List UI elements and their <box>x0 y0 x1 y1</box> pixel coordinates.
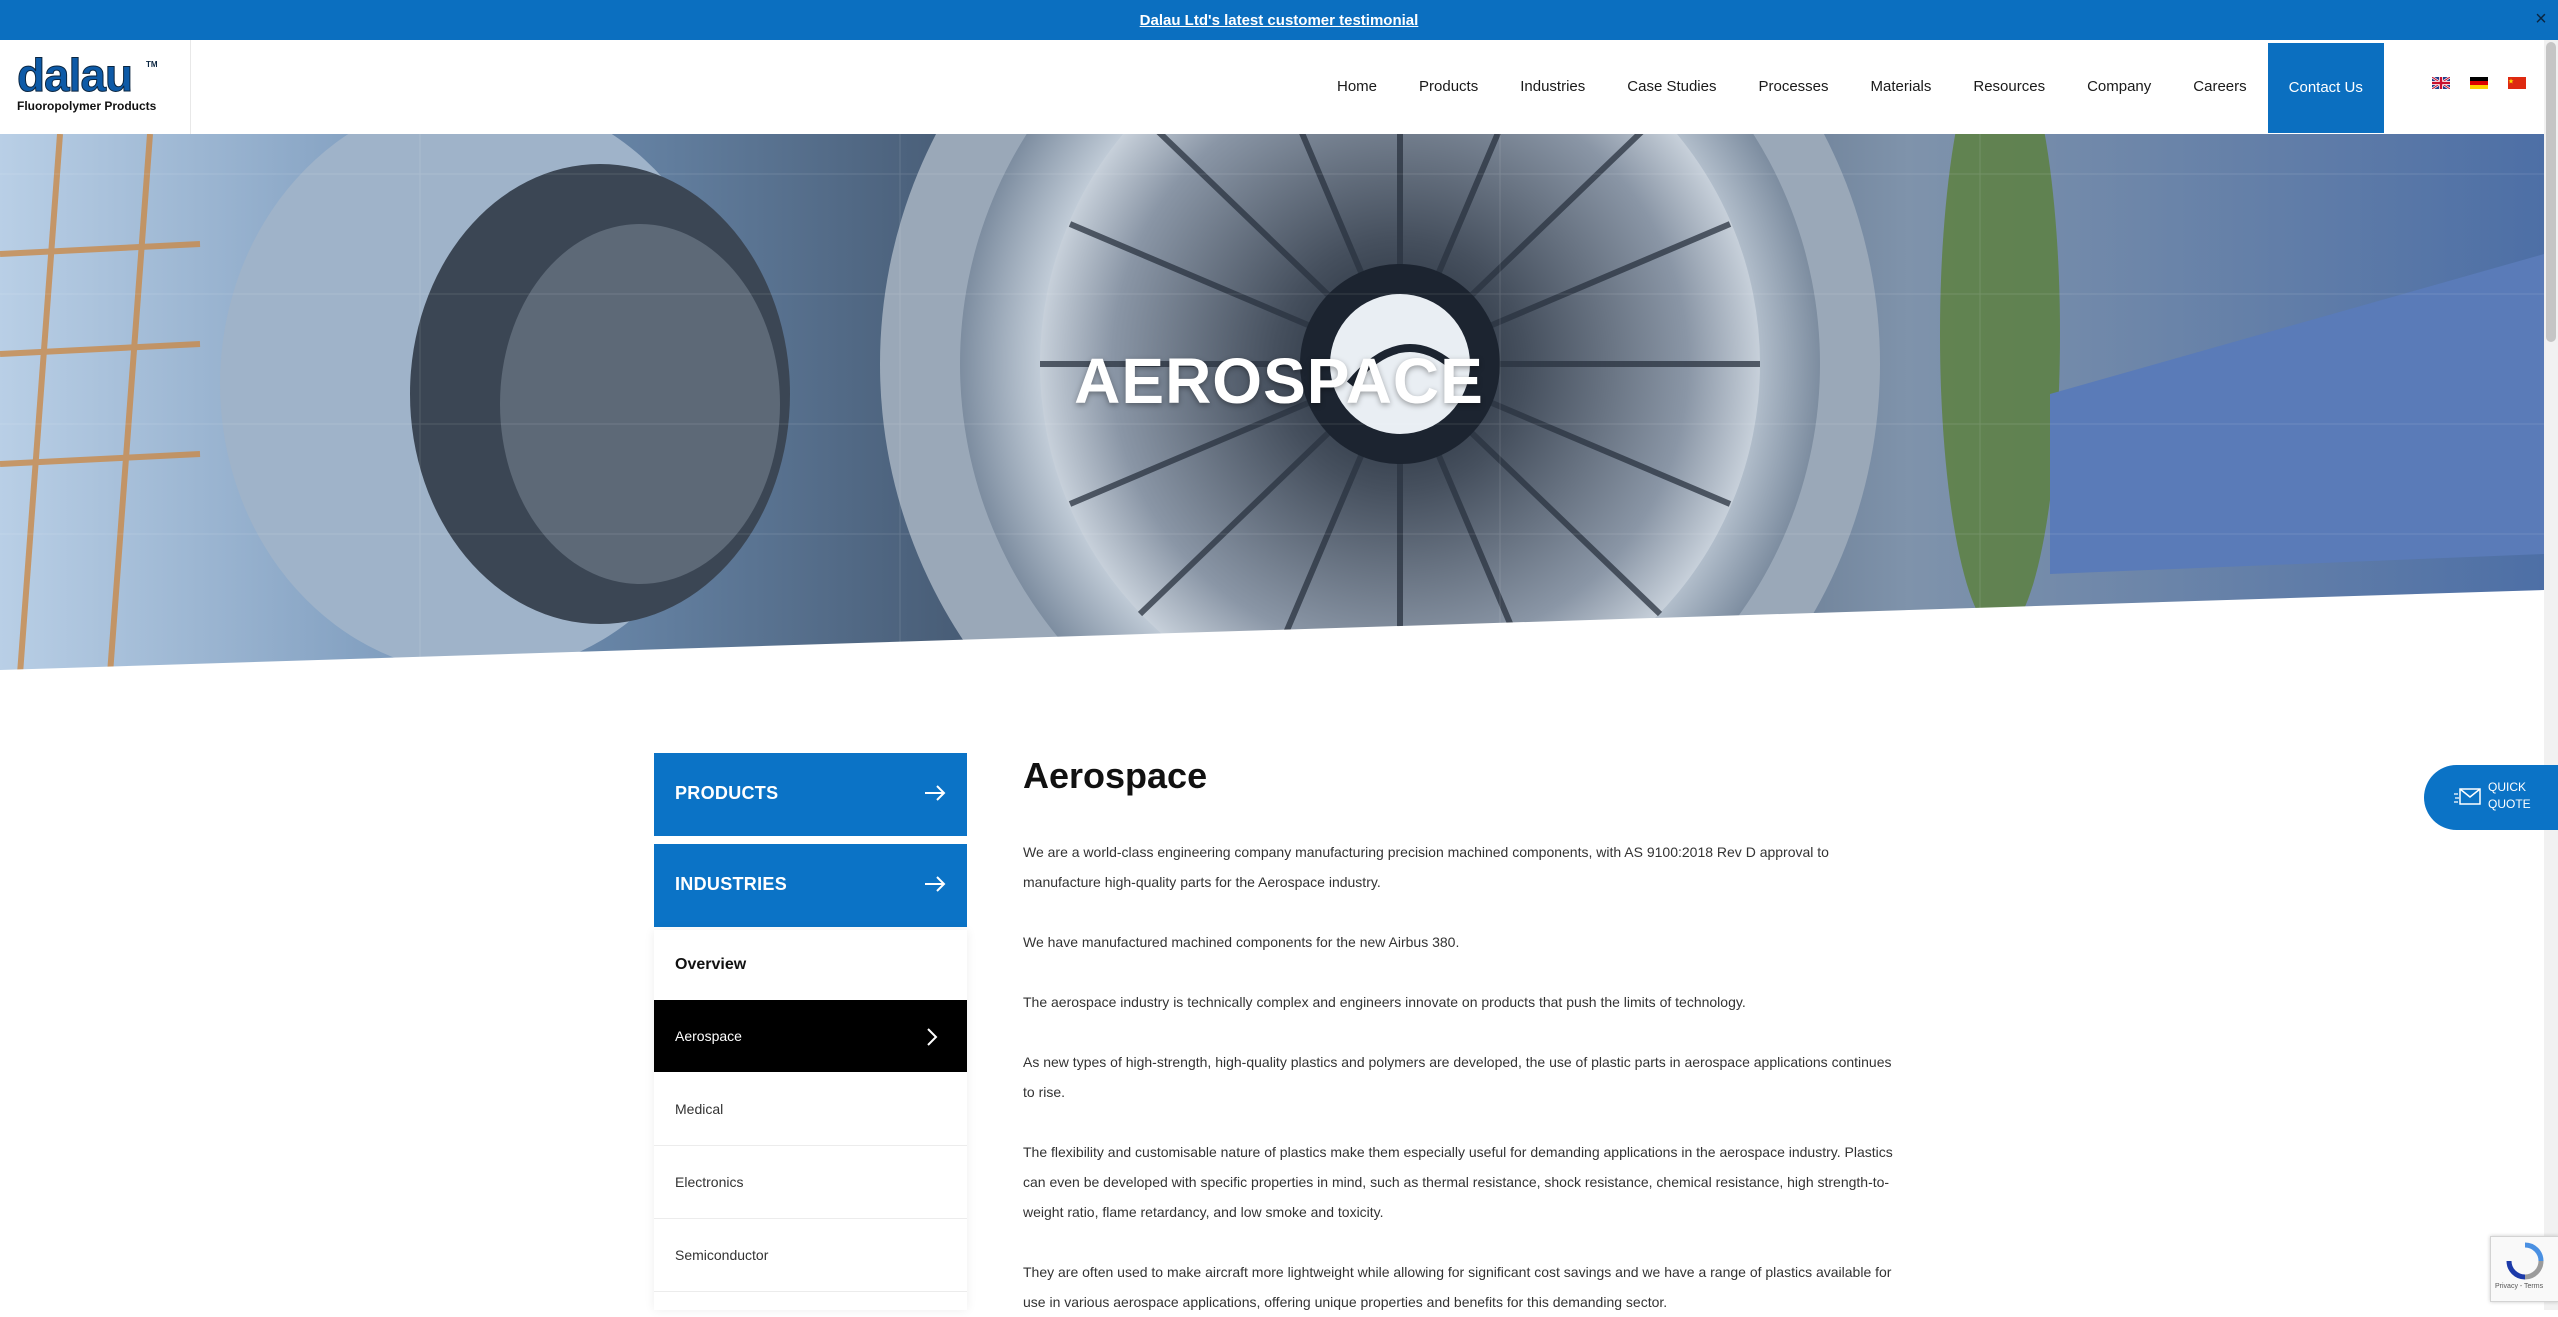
sidebar-item-label: Aerospace <box>675 1028 742 1044</box>
site-header: dalau TM Fluoropolymer Products Home Pro… <box>0 40 2558 135</box>
industries-label: INDUSTRIES <box>675 874 788 894</box>
quick-quote-button[interactable]: QUICK QUOTE <box>2424 765 2558 830</box>
sidebar-item-overview[interactable]: Overview <box>654 930 967 1002</box>
arrow-right-icon <box>925 785 946 801</box>
paragraph: We are a world-class engineering company… <box>1023 844 1829 890</box>
hero-title: AEROSPACE <box>1074 345 1484 417</box>
nav-home[interactable]: Home <box>1316 40 1398 134</box>
quick-quote-line1: QUICK <box>2488 780 2527 794</box>
announcement-bar: Dalau Ltd's latest customer testimonial … <box>0 0 2558 40</box>
paragraph: As new types of high-strength, high-qual… <box>1023 1054 1892 1100</box>
nav-case-studies[interactable]: Case Studies <box>1606 40 1737 134</box>
envelope-icon <box>2454 788 2481 805</box>
quick-quote-label: QUICK QUOTE <box>2488 779 2531 813</box>
contact-us-button[interactable]: Contact Us <box>2267 43 2384 133</box>
chevron-right-icon <box>927 1028 938 1046</box>
hero-banner: AEROSPACE <box>0 134 2544 674</box>
close-icon[interactable]: × <box>2530 8 2552 30</box>
logo-trademark: TM <box>146 60 158 69</box>
language-switcher <box>2432 77 2526 89</box>
sidebar-item-semiconductor[interactable]: Semiconductor <box>654 1219 967 1292</box>
uk-flag-icon[interactable] <box>2432 77 2450 89</box>
paragraph: The flexibility and customisable nature … <box>1023 1144 1893 1220</box>
page-heading: Aerospace <box>1023 755 1208 796</box>
sidebar-item-label: Overview <box>675 956 747 973</box>
industries-submenu: Overview Aerospace Medical Electronics S… <box>654 930 967 1310</box>
nav-resources[interactable]: Resources <box>1952 40 2066 134</box>
sidebar-item-aerospace[interactable]: Aerospace <box>654 1000 967 1072</box>
paragraph: We have manufactured machined components… <box>1023 934 1460 950</box>
recaptcha-footer[interactable]: Privacy - Terms <box>2495 1283 2543 1290</box>
nav-company[interactable]: Company <box>2066 40 2172 134</box>
nav-processes[interactable]: Processes <box>1737 40 1849 134</box>
sidebar-item-label: Electronics <box>675 1174 744 1190</box>
sidebar-item-electronics[interactable]: Electronics <box>654 1146 967 1219</box>
sidebar-item-label: Medical <box>675 1101 724 1117</box>
arrow-right-icon <box>925 876 946 892</box>
china-flag-icon[interactable] <box>2508 77 2526 89</box>
nav-careers[interactable]: Careers <box>2172 40 2267 134</box>
industries-button[interactable]: INDUSTRIES <box>654 844 967 927</box>
recaptcha-icon <box>2506 1242 2544 1280</box>
germany-flag-icon[interactable] <box>2470 77 2488 89</box>
logo[interactable]: dalau TM Fluoropolymer Products <box>0 40 191 134</box>
products-button[interactable]: PRODUCTS <box>654 753 967 836</box>
main-content: Aerospace <box>1023 755 1903 797</box>
quick-quote-line2: QUOTE <box>2488 797 2531 811</box>
nav-materials[interactable]: Materials <box>1850 40 1953 134</box>
main-nav: Home Products Industries Case Studies Pr… <box>1316 40 2384 134</box>
logo-subtitle: Fluoropolymer Products <box>17 99 157 113</box>
nav-products[interactable]: Products <box>1398 40 1499 134</box>
nav-industries[interactable]: Industries <box>1499 40 1606 134</box>
recaptcha-badge[interactable]: Privacy - Terms <box>2490 1236 2558 1302</box>
paragraph: They are often used to make aircraft mor… <box>1023 1264 1892 1310</box>
scrollbar-thumb[interactable] <box>2546 42 2556 342</box>
testimonial-link[interactable]: Dalau Ltd's latest customer testimonial <box>1140 12 1419 29</box>
paragraph: The aerospace industry is technically co… <box>1023 994 1746 1010</box>
sidebar-item-medical[interactable]: Medical <box>654 1073 967 1146</box>
sidebar-item-label: Semiconductor <box>675 1247 769 1263</box>
logo-wordmark: dalau <box>16 49 133 101</box>
products-label: PRODUCTS <box>675 783 779 803</box>
